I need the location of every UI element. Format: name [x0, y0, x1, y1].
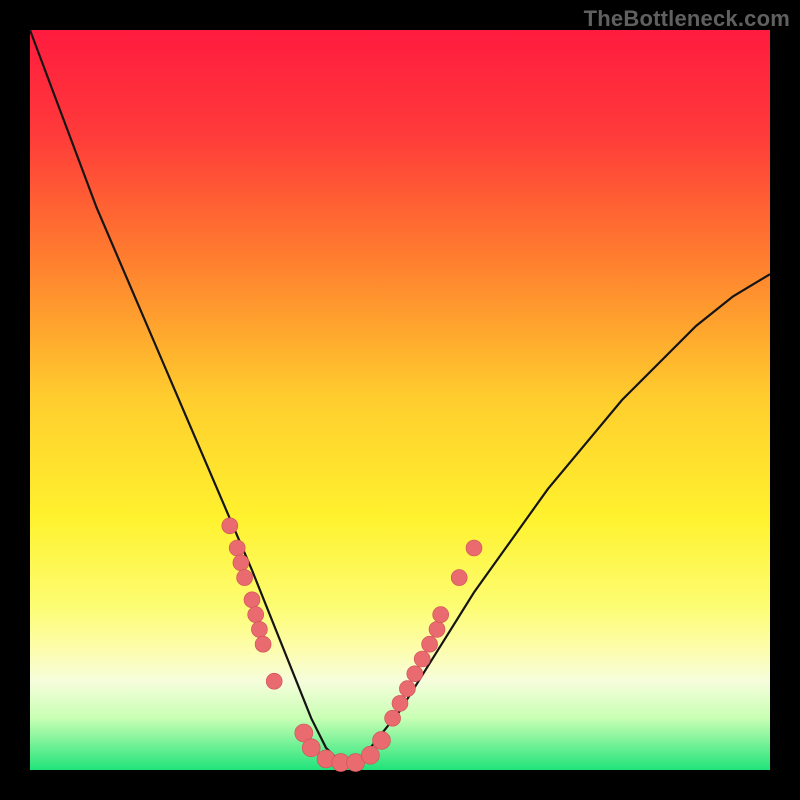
data-marker [266, 673, 282, 689]
data-marker [222, 518, 238, 534]
data-marker [237, 570, 253, 586]
data-marker [361, 746, 379, 764]
data-marker [433, 607, 449, 623]
chart-frame: TheBottleneck.com [0, 0, 800, 800]
data-marker [255, 636, 271, 652]
data-marker [414, 651, 430, 667]
data-marker [233, 555, 249, 571]
data-markers [222, 518, 482, 772]
data-marker [399, 681, 415, 697]
bottleneck-curve [30, 30, 770, 763]
data-marker [392, 695, 408, 711]
data-marker [407, 666, 423, 682]
data-marker [248, 607, 264, 623]
data-marker [429, 621, 445, 637]
data-marker [385, 710, 401, 726]
data-marker [451, 570, 467, 586]
data-marker [302, 739, 320, 757]
data-marker [244, 592, 260, 608]
data-marker [466, 540, 482, 556]
data-marker [251, 621, 267, 637]
curve-layer [30, 30, 770, 770]
data-marker [422, 636, 438, 652]
data-marker [373, 731, 391, 749]
watermark-text: TheBottleneck.com [584, 6, 790, 32]
plot-area [30, 30, 770, 770]
data-marker [229, 540, 245, 556]
